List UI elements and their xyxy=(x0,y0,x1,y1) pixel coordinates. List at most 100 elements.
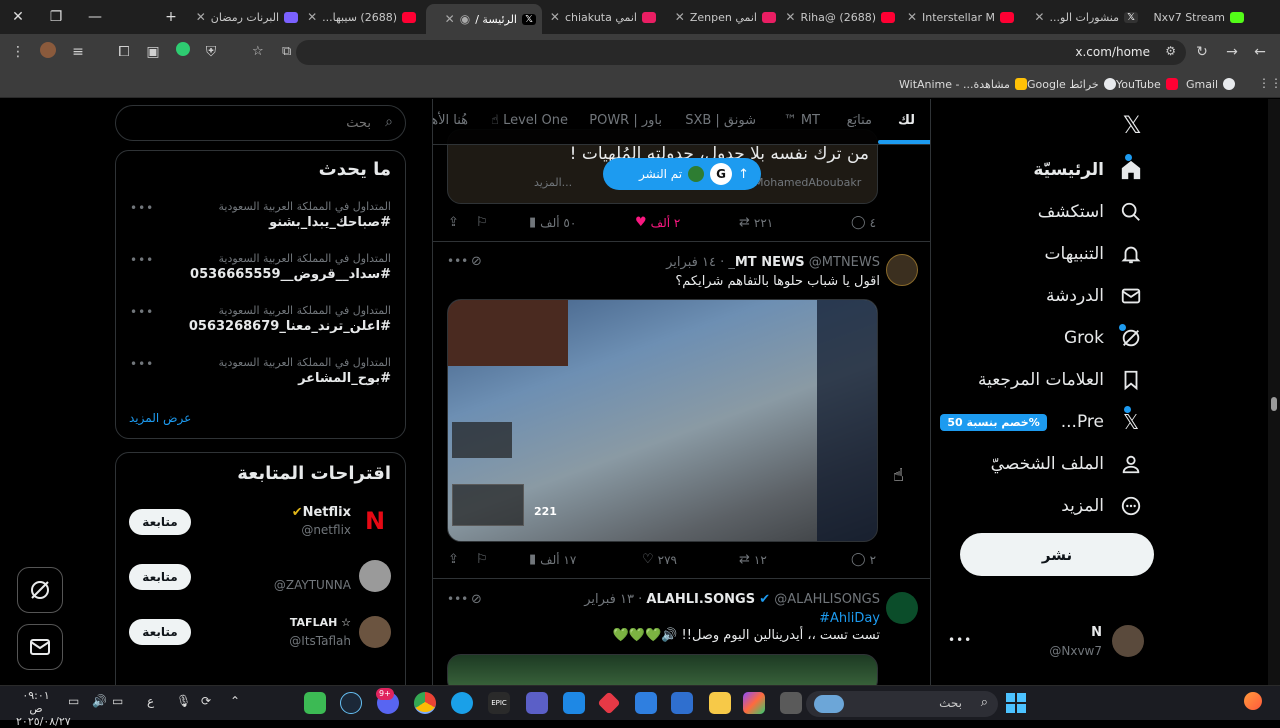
x-logo-icon[interactable]: 𝕏 xyxy=(1118,111,1146,139)
tweet-media-video[interactable]: 221 xyxy=(447,299,878,542)
nav-grok[interactable]: Grok xyxy=(1064,320,1144,356)
browser-tab[interactable]: Interstellar M ✕ xyxy=(904,4,1020,30)
tab-list[interactable]: باور | POWR xyxy=(589,113,662,128)
premium-discount-badge[interactable]: %خصم بنسبة 50 xyxy=(940,413,1047,431)
forward-icon[interactable]: → xyxy=(1222,42,1242,62)
browser-tab[interactable]: (2688) @Riha ✕ xyxy=(785,4,901,30)
site-settings-icon[interactable]: ⚙ xyxy=(1165,44,1176,58)
more-options-icon[interactable]: ••• xyxy=(130,253,154,267)
search-input[interactable] xyxy=(131,112,371,134)
bookmark-witanime[interactable]: مشاهدة... - WitAnime xyxy=(899,76,1027,92)
close-tab-icon[interactable]: ✕ xyxy=(550,10,560,24)
bookmark-youtube[interactable]: YouTube xyxy=(1116,76,1178,92)
profile-avatar-icon[interactable] xyxy=(38,42,58,62)
epic-games-icon[interactable]: EPIC xyxy=(488,692,510,714)
extension-icon[interactable] xyxy=(173,42,193,62)
tab-list[interactable]: شونق | SXB xyxy=(685,113,756,128)
nav-more[interactable]: المزيد xyxy=(1061,488,1144,524)
retweet-button[interactable]: ⇄ ٢٢١ xyxy=(739,215,773,230)
battery-icon[interactable]: ▭ xyxy=(68,694,79,708)
search-box[interactable]: ⌕ xyxy=(115,105,406,141)
whatsapp-icon[interactable] xyxy=(304,692,326,714)
extension-icon[interactable]: ▣ xyxy=(143,42,163,62)
clock[interactable]: ٠٩:٠١ ص ٢٠٢٥/٠٨/٢٧ xyxy=(16,689,71,728)
bookmark-gmail[interactable]: Gmail xyxy=(1186,76,1236,92)
suggestion-item[interactable]: ✔Netflix xyxy=(292,505,351,520)
input-language[interactable]: ع xyxy=(147,694,154,708)
browser-tab[interactable]: (2688) سيبها... ✕ xyxy=(306,4,422,30)
task-view-icon[interactable] xyxy=(780,692,802,714)
avatar[interactable] xyxy=(886,254,918,286)
like-button[interactable]: ♥ ٢ ألف xyxy=(635,215,680,230)
trend-item[interactable]: #صباحك_يبدا_بشنو xyxy=(269,215,391,230)
author-name[interactable]: MT NEWS xyxy=(735,255,805,270)
weather-icon[interactable] xyxy=(1244,692,1262,710)
tab-following[interactable]: متابَع xyxy=(847,113,872,128)
follow-button[interactable]: متابعة xyxy=(129,509,191,535)
netflix-logo-icon[interactable]: N xyxy=(359,505,391,537)
tweet-card[interactable]: ALAHLI.SONGS ✔ @ALAHLISONGS · ١٣ فبراير … xyxy=(433,580,930,685)
views-button[interactable]: ▮ ٥٠ ألف xyxy=(529,215,576,230)
browser-tab[interactable]: 𝕏 منشورات الو... ✕ xyxy=(1022,4,1144,30)
microphone-icon[interactable]: 🎙 xyxy=(176,694,191,708)
tweet-time[interactable]: ١٣ فبراير xyxy=(584,592,634,607)
chrome-icon[interactable] xyxy=(414,692,436,714)
more-options-icon[interactable]: ••• xyxy=(130,201,154,215)
hashtag-link[interactable]: #AhliDay xyxy=(819,611,880,626)
tab-for-you[interactable]: لك xyxy=(898,113,915,128)
avatar[interactable] xyxy=(359,616,391,648)
network-icon[interactable]: ▭ xyxy=(112,694,123,708)
menu-kebab-icon[interactable]: ⋮ xyxy=(8,42,28,62)
more-options-icon[interactable]: ••• xyxy=(948,633,972,647)
close-tab-icon[interactable]: ✕ xyxy=(785,10,795,24)
close-tab-icon[interactable]: ✕ xyxy=(445,12,455,26)
edge-icon[interactable] xyxy=(451,692,473,714)
nav-profile[interactable]: الملف الشخصيّ xyxy=(991,446,1144,482)
follow-button[interactable]: متابعة xyxy=(129,564,191,590)
messages-floating-button[interactable] xyxy=(17,624,63,670)
nav-bookmarks[interactable]: العلامات المرجعية xyxy=(978,362,1144,398)
copilot-icon[interactable] xyxy=(743,692,765,714)
tweet-card[interactable]: MT NEWS @MTNEWS_ · ١٤ فبراير ⊘ ••• اقول … xyxy=(433,242,930,579)
browser-tab[interactable]: انمي Zenpen ✕ xyxy=(666,4,782,30)
bookmark-button[interactable]: ⚐ xyxy=(476,215,488,230)
tweet-media-image[interactable] xyxy=(447,654,878,685)
back-icon[interactable]: ← xyxy=(1250,42,1270,62)
trend-item[interactable]: #سداد__قروض__0536665559 xyxy=(190,267,391,282)
more-options-icon[interactable]: ••• xyxy=(447,592,468,606)
tab-list[interactable]: Level One ☝ xyxy=(491,113,568,128)
avatar[interactable] xyxy=(359,560,391,592)
outlook-icon[interactable] xyxy=(635,692,657,714)
nav-premium[interactable]: 𝕏 Pre... %خصم بنسبة 50 xyxy=(940,404,1144,440)
shield-extension-icon[interactable]: ⛨ xyxy=(201,42,221,62)
app-tray-icon[interactable]: ⟳ xyxy=(201,694,211,708)
suggestion-item[interactable]: TAFLAH ☆ xyxy=(290,616,351,629)
browser-tab[interactable]: البرنات رمضان ✕ xyxy=(188,4,304,30)
app-icon[interactable] xyxy=(526,692,548,714)
close-tab-icon[interactable]: ✕ xyxy=(907,10,917,24)
author-handle[interactable]: @ALAHLISONGS xyxy=(774,592,880,607)
chevron-up-icon[interactable]: ⌃ xyxy=(230,694,240,708)
tab-list[interactable]: هُنا الأهـ xyxy=(433,113,468,128)
tab-list[interactable]: MT ™ xyxy=(784,113,820,128)
post-button[interactable]: نشر xyxy=(960,533,1154,576)
audio-icon[interactable]: ◉ xyxy=(460,12,470,26)
share-button[interactable]: ⇪ xyxy=(448,552,459,567)
microsoft-store-icon[interactable] xyxy=(671,692,693,714)
grok-floating-button[interactable] xyxy=(17,567,63,613)
browser-tab[interactable]: انمي chiakuta ✕ xyxy=(546,4,662,30)
trend-item[interactable]: #اعلن_ترند_معنا_0563268679 xyxy=(189,319,391,334)
windows-start-icon[interactable] xyxy=(1004,691,1028,715)
show-more-link[interactable]: عرض المزيد xyxy=(129,411,191,425)
bookmark-google-maps[interactable]: خرائط Google xyxy=(1027,76,1116,92)
tweet-time[interactable]: ١٤ فبراير xyxy=(666,255,716,270)
grok-icon[interactable]: ⊘ xyxy=(471,254,482,269)
scrollbar-thumb[interactable] xyxy=(1271,397,1277,411)
views-button[interactable]: ▮ ١٧ ألف xyxy=(529,552,576,567)
bookmark-button[interactable]: ⚐ xyxy=(476,552,488,567)
share-icon[interactable]: ⧉ xyxy=(282,44,291,59)
retweet-button[interactable]: ⇄ ١٢ xyxy=(739,552,767,567)
browser-tab-active[interactable]: 𝕏 الرئيسة / ◉ ✕ xyxy=(426,4,542,34)
extensions-puzzle-icon[interactable]: ⧠ xyxy=(114,42,134,62)
bookmark-star-icon[interactable]: ☆ xyxy=(252,44,264,59)
